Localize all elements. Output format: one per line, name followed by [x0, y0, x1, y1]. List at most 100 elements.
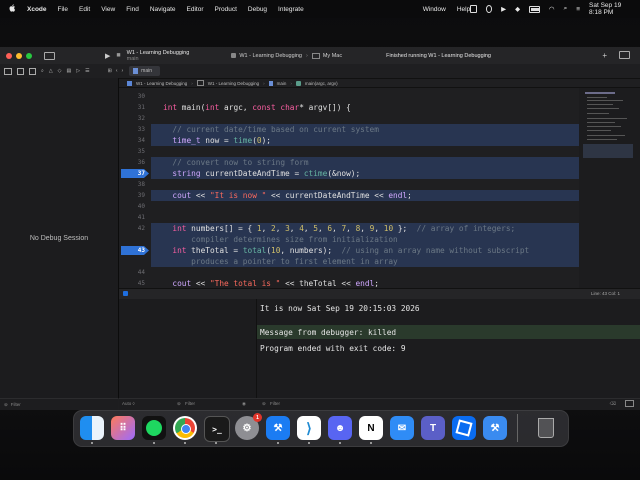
line-number[interactable]: 30: [119, 91, 145, 102]
code-line[interactable]: compiler determines size from initializa…: [119, 234, 579, 245]
chrome-icon[interactable]: [173, 416, 197, 440]
forward-icon[interactable]: ›: [121, 68, 123, 74]
breadcrumb-item-function[interactable]: main(argc, argv): [305, 81, 338, 86]
menu-clock[interactable]: Sat Sep 19 8:18 PM: [589, 2, 632, 16]
code-line[interactable]: 35: [119, 146, 579, 157]
vscode-icon[interactable]: ⟩: [297, 416, 321, 440]
code-line[interactable]: 37 string currentDateAndTime = ctime(&no…: [119, 168, 579, 179]
menu-file[interactable]: File: [58, 6, 68, 13]
line-number[interactable]: 35: [119, 146, 145, 157]
eye-icon[interactable]: ◉: [242, 401, 246, 407]
finder-icon[interactable]: [80, 416, 104, 440]
debug-area-toggle-icon[interactable]: [123, 291, 128, 296]
spotify-icon[interactable]: [142, 416, 166, 440]
code-line[interactable]: 40: [119, 201, 579, 212]
battery-icon[interactable]: [529, 5, 540, 13]
control-center-icon[interactable]: ≡: [576, 6, 580, 13]
stop-button[interactable]: ■: [116, 52, 120, 59]
scheme-selector[interactable]: W1 - Learning Debugging: [231, 53, 302, 59]
code-line[interactable]: 34 time_t now = time(0);: [119, 135, 579, 146]
symbol-icon[interactable]: [29, 67, 36, 75]
line-number[interactable]: 44: [119, 267, 145, 278]
code-line[interactable]: 41: [119, 212, 579, 223]
line-number[interactable]: 42: [119, 223, 145, 234]
menu-edit[interactable]: Edit: [79, 6, 90, 13]
roblox-icon[interactable]: [452, 416, 476, 440]
breadcrumb-item-project[interactable]: W1 - Learning Debugging: [136, 81, 187, 86]
variables-scope-selector[interactable]: Auto ◊: [122, 401, 135, 406]
breadcrumb-item-file[interactable]: main: [277, 81, 287, 86]
menu-navigate[interactable]: Navigate: [150, 6, 176, 13]
code-line[interactable]: 43 int theTotal = total(10, numbers); //…: [119, 245, 579, 256]
folder-icon[interactable]: [4, 67, 12, 75]
grid-icon[interactable]: ⊞: [108, 68, 112, 74]
launchpad-icon[interactable]: ⠿: [111, 416, 135, 440]
line-number[interactable]: 37: [119, 168, 145, 179]
zoom-window-button[interactable]: [26, 52, 32, 59]
code-line[interactable]: 39 cout << "It is now " << currentDateAn…: [119, 190, 579, 201]
xcode-icon[interactable]: ⚒: [266, 416, 290, 440]
destination-selector[interactable]: My Mac: [311, 52, 342, 59]
breakpoint-nav-icon[interactable]: ▷: [76, 68, 80, 74]
variables-view[interactable]: [119, 299, 257, 398]
code-line[interactable]: 32: [119, 113, 579, 124]
menu-window[interactable]: Window: [423, 6, 446, 13]
breadcrumb-item-folder[interactable]: W1 - Learning Debugging: [208, 81, 259, 86]
search-icon[interactable]: ⌕: [564, 5, 568, 13]
apple-menu-icon[interactable]: [9, 4, 16, 14]
menu-editor[interactable]: Editor: [187, 6, 204, 13]
code-line[interactable]: 36 // convert now to string form: [119, 157, 579, 168]
close-window-button[interactable]: [6, 52, 12, 59]
issue-icon[interactable]: △: [49, 68, 53, 74]
back-icon[interactable]: ‹: [116, 68, 118, 74]
menu-app-name[interactable]: Xcode: [27, 6, 47, 13]
line-number[interactable]: 39: [119, 190, 145, 201]
code-line[interactable]: 38: [119, 179, 579, 190]
system-settings-icon[interactable]: ⚙ 1: [235, 413, 262, 440]
discord-icon[interactable]: ☻: [328, 416, 352, 440]
play-status-icon[interactable]: ▶: [501, 5, 506, 13]
minimap[interactable]: [579, 88, 640, 288]
run-button[interactable]: ▶: [105, 52, 110, 60]
line-number[interactable]: 31: [119, 102, 145, 113]
menu-find[interactable]: Find: [126, 6, 139, 13]
variables-filter-input[interactable]: Filter: [185, 401, 195, 406]
terminal-icon[interactable]: >_: [204, 416, 230, 442]
tab-main[interactable]: main: [129, 66, 160, 76]
code-line[interactable]: 31 int main(int argc, const char* argv[])…: [119, 102, 579, 113]
report-icon[interactable]: ☰: [85, 68, 89, 74]
line-number[interactable]: 33: [119, 124, 145, 135]
code-line[interactable]: 45 cout << "The total is " << theTotal <…: [119, 278, 579, 288]
code-editor[interactable]: 30 31 int main(int argc, const char* argv[…: [119, 88, 640, 288]
code-line[interactable]: produces a pointer to first element in a…: [119, 256, 579, 267]
code-line[interactable]: 30: [119, 91, 579, 102]
wifi-icon[interactable]: ◠: [549, 5, 555, 13]
code-line[interactable]: 42 int numbers[] = { 1, 2, 3, 4, 5, 6, 7…: [119, 223, 579, 234]
code-line[interactable]: 33 // current date/time based on current…: [119, 124, 579, 135]
line-number[interactable]: 41: [119, 212, 145, 223]
notion-icon[interactable]: N: [359, 416, 383, 440]
line-number[interactable]: 38: [119, 179, 145, 190]
inspector-toggle-icon[interactable]: [619, 51, 630, 59]
minimize-window-button[interactable]: [16, 52, 22, 59]
console-filter-input[interactable]: Filter: [270, 401, 280, 406]
line-number[interactable]: 40: [119, 201, 145, 212]
dropbox-icon[interactable]: ◆: [515, 5, 520, 13]
sidebar-toggle-icon[interactable]: [44, 51, 55, 60]
menu-debug[interactable]: Debug: [248, 6, 267, 13]
xcode-dev-icon[interactable]: ⚒: [483, 416, 507, 440]
trash-console-icon[interactable]: ⌫: [610, 401, 616, 407]
menu-help[interactable]: Help: [457, 6, 470, 13]
debug-icon[interactable]: ▤: [67, 68, 72, 74]
record-icon[interactable]: [485, 5, 493, 13]
code-line[interactable]: 44: [119, 267, 579, 278]
split-view-icon[interactable]: [625, 400, 634, 407]
status-icon[interactable]: [470, 5, 477, 13]
line-number[interactable]: 36: [119, 157, 145, 168]
line-number[interactable]: 43: [119, 245, 145, 256]
source-control-icon[interactable]: [17, 67, 24, 75]
trash-icon[interactable]: [534, 416, 558, 440]
line-number[interactable]: 45: [119, 278, 145, 288]
menu-integrate[interactable]: Integrate: [278, 6, 304, 13]
menu-view[interactable]: View: [101, 6, 115, 13]
